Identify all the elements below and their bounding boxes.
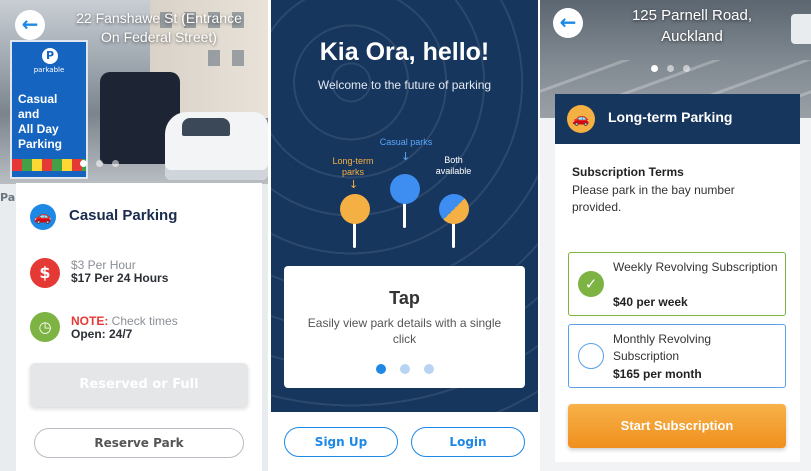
reserved-or-full-button[interactable]: Reserved or Full xyxy=(30,363,248,407)
carousel-dot[interactable] xyxy=(683,65,690,72)
casual-pin-icon xyxy=(390,174,420,204)
onboarding-pager[interactable] xyxy=(376,364,434,374)
long-term-pin-icon xyxy=(340,194,370,224)
welcome-subtitle: Welcome to the future of parking xyxy=(317,78,492,92)
arrow-down-icon: ↓ xyxy=(349,178,359,191)
option-price: $165 per month xyxy=(613,367,702,381)
note-label: NOTE: xyxy=(71,314,109,328)
sign-up-button[interactable]: Sign Up xyxy=(284,427,398,457)
auth-bar: Sign Up Login xyxy=(271,412,538,471)
weekly-subscription-option[interactable]: ✓ Weekly Revolving Subscription $40 per … xyxy=(568,252,786,316)
long-term-header: 🚗 Long-term Parking xyxy=(555,94,800,144)
welcome-title: Kia Ora, hello! xyxy=(319,38,490,66)
carousel-dot[interactable] xyxy=(96,160,103,167)
back-button[interactable]: ← xyxy=(553,8,583,38)
onboarding-card: Tap Easily view park details with a sing… xyxy=(284,266,525,388)
carousel-dot[interactable] xyxy=(651,65,658,72)
reserve-park-button[interactable]: Reserve Park xyxy=(34,428,244,458)
screen-casual-parking: P parkable Casual and All Day Parking 22… xyxy=(0,0,268,471)
carousel-dot[interactable] xyxy=(80,160,87,167)
subscription-card: Subscription Terms Please park in the ba… xyxy=(555,144,800,462)
dollar-icon: $ xyxy=(30,258,60,288)
terms-text: Please park in the bay number provided. xyxy=(572,183,735,214)
check-icon: ✓ xyxy=(578,271,604,297)
clock-icon: ◷ xyxy=(30,312,60,342)
monthly-subscription-option[interactable]: Monthly Revolving Subscription $165 per … xyxy=(568,324,786,388)
screen-long-term-parking: 125 Parnell Road, Auckland ← 🚗 Long-term… xyxy=(540,0,811,471)
location-title: 22 Fanshawe St (Entrance On Federal Stre… xyxy=(76,10,242,45)
price-per-day: $17 Per 24 Hours xyxy=(71,271,169,285)
arrow-down-icon: ↓ xyxy=(401,150,411,163)
long-term-parks-label: Long-term parks xyxy=(332,156,374,177)
carousel-dot[interactable] xyxy=(112,160,119,167)
photo-carousel-dots[interactable] xyxy=(80,160,119,167)
parkable-logo-icon: P xyxy=(42,48,58,64)
carousel-dot[interactable] xyxy=(667,65,674,72)
note-text: Check times xyxy=(108,314,178,328)
pager-dot[interactable] xyxy=(400,364,410,374)
location-title: 125 Parnell Road, Auckland xyxy=(631,7,753,45)
car-icon: 🚗 xyxy=(567,105,595,133)
sign-text: Casual and All Day Parking xyxy=(18,92,63,151)
back-button[interactable]: ← xyxy=(15,10,45,40)
casual-parking-card: 🚗 Casual Parking $ $3 Per Hour $17 Per 2… xyxy=(16,183,262,471)
header-title: Long-term Parking xyxy=(608,109,733,125)
price-per-hour: $3 Per Hour xyxy=(71,258,136,272)
onboarding-title: Tap xyxy=(389,288,420,308)
arrow-left-icon: ← xyxy=(559,10,577,34)
arrow-left-icon: ← xyxy=(21,12,39,36)
option-name: Monthly Revolving Subscription xyxy=(613,332,712,363)
terms-title: Subscription Terms xyxy=(572,165,684,179)
start-subscription-button[interactable]: Start Subscription xyxy=(568,404,786,448)
photo-carousel-dots[interactable] xyxy=(651,65,690,72)
login-button[interactable]: Login xyxy=(411,427,525,457)
screen-welcome: Kia Ora, hello! Welcome to the future of… xyxy=(271,0,538,471)
onboarding-text: Easily view park details with a single c… xyxy=(307,316,502,346)
both-available-label: Both available xyxy=(435,155,472,176)
parking-sign: P parkable Casual and All Day Parking xyxy=(10,40,88,179)
radio-unselected-icon[interactable] xyxy=(578,343,604,369)
pager-dot[interactable] xyxy=(424,364,434,374)
parked-car xyxy=(791,14,811,44)
car-icon: 🚗 xyxy=(30,204,56,230)
pager-dot[interactable] xyxy=(376,364,386,374)
card-title: Casual Parking xyxy=(69,207,178,224)
casual-parks-label: Casual parks xyxy=(379,137,433,147)
option-name: Weekly Revolving Subscription xyxy=(613,260,778,274)
option-price: $40 per week xyxy=(613,295,688,309)
both-available-pin-icon xyxy=(439,194,469,224)
open-hours: Open: 24/7 xyxy=(71,327,133,341)
note-line: NOTE: Check times xyxy=(71,314,178,328)
sign-brand: parkable xyxy=(33,66,65,74)
